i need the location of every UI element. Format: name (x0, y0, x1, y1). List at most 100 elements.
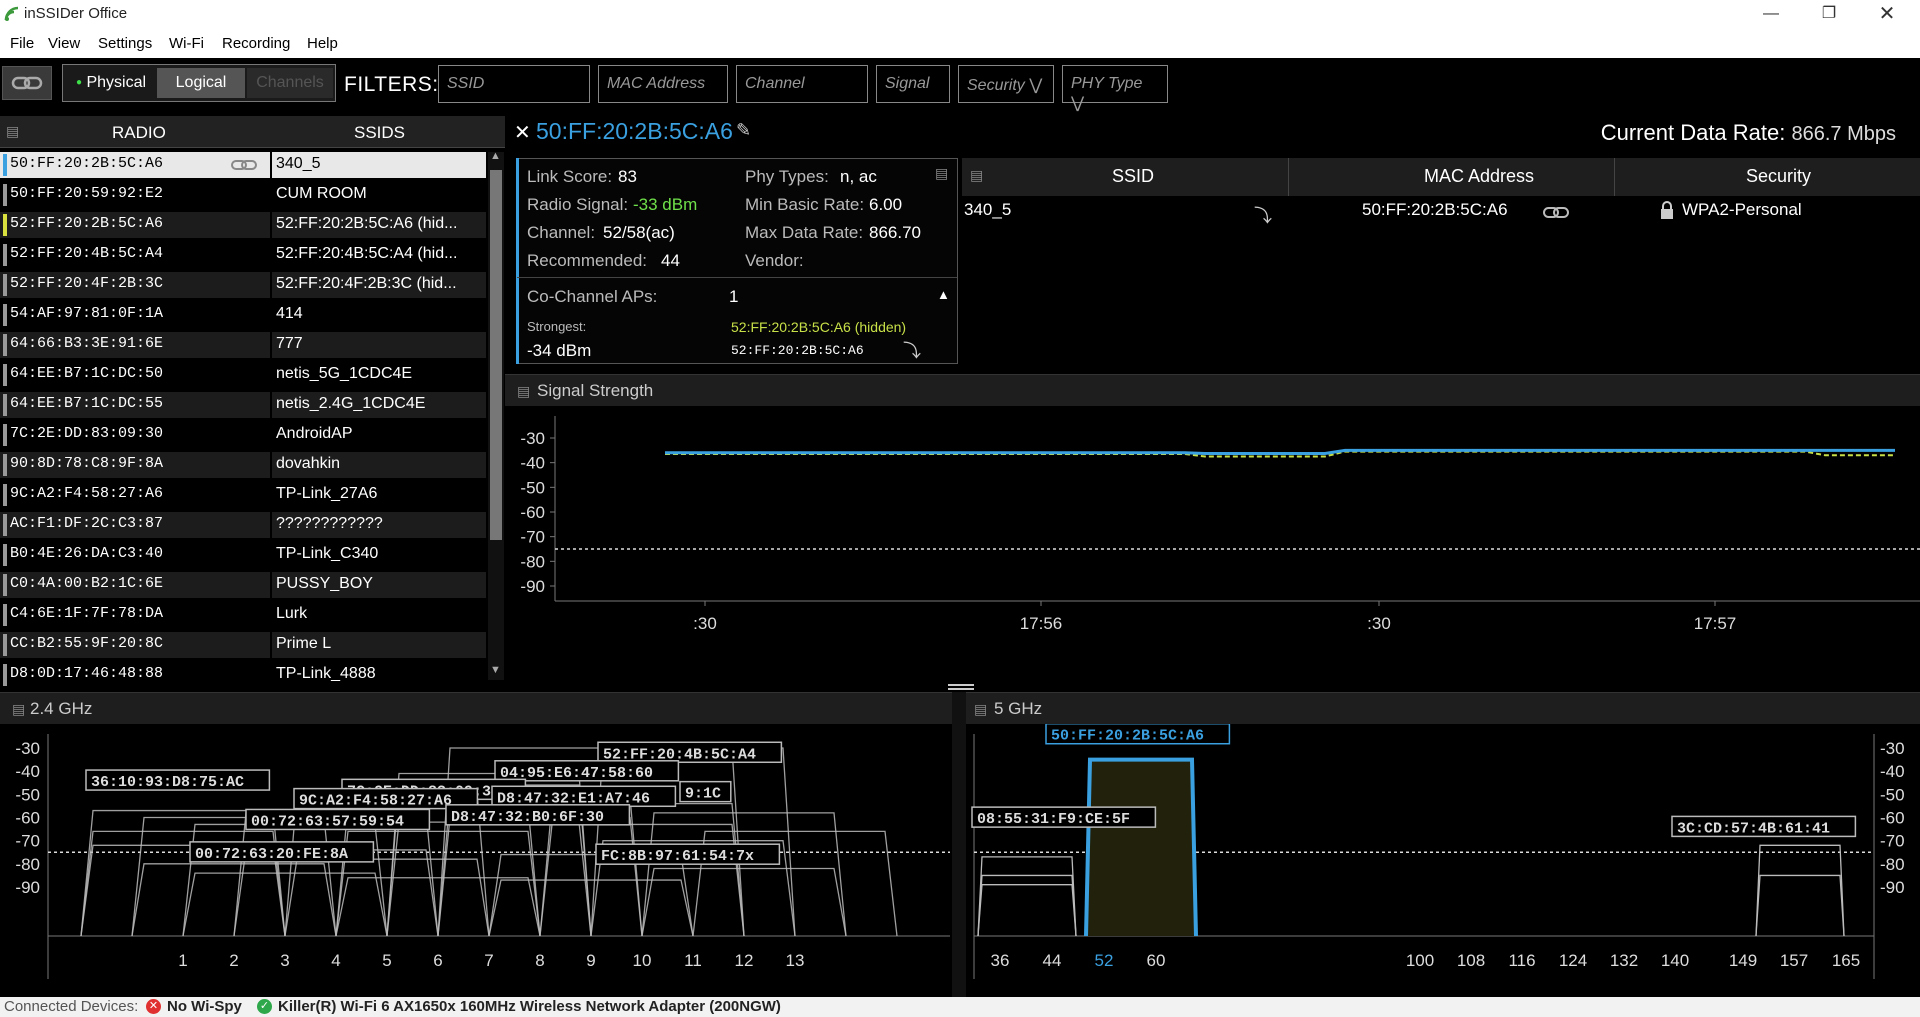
row-security: WPA2-Personal (1682, 200, 1802, 219)
menu-recording[interactable]: Recording (222, 35, 290, 52)
strongest-mac: 52:FF:20:2B:5C:A6 (731, 343, 864, 358)
menu-wifi[interactable]: Wi-Fi (169, 35, 204, 52)
radio-list-row[interactable]: 90:8D:78:C8:9F:8A dovahkin (0, 452, 486, 478)
edit-pencil-icon[interactable]: ✎ (736, 120, 751, 141)
channel-label: 6 (433, 951, 442, 970)
device-adapter[interactable]: Killer(R) Wi-Fi 6 AX1650x 160MHz Wireles… (278, 998, 781, 1015)
radio-ssid: CUM ROOM (276, 185, 367, 202)
scroll-up-icon[interactable]: ▲ (490, 150, 501, 162)
radio-list-row[interactable]: C4:6E:1F:7F:78:DA Lurk (0, 602, 486, 628)
col-mac-header[interactable]: MAC Address (1424, 166, 1534, 187)
jump-arrow-icon[interactable]: ⤵ (1254, 202, 1272, 228)
radio-list-row[interactable]: 50:FF:20:2B:5C:A6 340_5 (0, 152, 486, 178)
menu-help[interactable]: Help (307, 35, 338, 52)
radio-list-row[interactable]: B0:4E:26:DA:C3:40 TP-Link_C340 (0, 542, 486, 568)
vendor-label: Vendor: (745, 251, 804, 270)
y-tick-label: -60 (520, 503, 545, 522)
channel-filter-input[interactable]: Channel (736, 65, 868, 103)
panel-menu-icon[interactable]: ▤ (974, 701, 987, 718)
phy-filter-dropdown[interactable]: PHY Type ⋁ (1062, 65, 1168, 112)
band-splitter[interactable] (952, 692, 966, 997)
channel-label: 1 (178, 951, 187, 970)
radio-mac: 52:FF:20:4F:2B:3C (10, 275, 164, 292)
channel-label: 5 (382, 951, 391, 970)
channel-label: 149 (1729, 951, 1757, 970)
radio-ssid: 777 (276, 335, 303, 352)
menu-settings[interactable]: Settings (98, 35, 152, 52)
radio-list-row[interactable]: 52:FF:20:2B:5C:A6 52:FF:20:2B:5C:A6 (hid.… (0, 212, 486, 238)
device-wispy[interactable]: No Wi-Spy (167, 998, 242, 1015)
security-filter-dropdown[interactable]: Security ⋁ (958, 65, 1054, 103)
app-icon (4, 6, 19, 21)
splitter-handle[interactable] (948, 684, 974, 690)
col-divider (270, 662, 272, 688)
radio-ssid: TP-Link_27A6 (276, 485, 378, 502)
radio-list-row[interactable]: 64:66:B3:3E:91:6E 777 (0, 332, 486, 358)
ap-signal-shape (131, 816, 337, 937)
cochannel-label: Co-Channel APs: (527, 287, 658, 306)
color-bar (3, 274, 7, 296)
jump-arrow-icon[interactable]: ⤵ (903, 337, 921, 363)
radio-mac: 52:FF:20:2B:5C:A6 (10, 215, 164, 232)
band-5-chart[interactable]: -30 -40 -50 -60 -70 -80 -90 36 44 52 60 100 108 116 12… (966, 724, 1920, 997)
current-rate-label: Current Data Rate: (1600, 120, 1786, 145)
col-ssids-header[interactable]: SSIDS (354, 123, 405, 143)
radio-list-row[interactable]: 52:FF:20:4B:5C:A4 52:FF:20:4B:5C:A4 (hid.… (0, 242, 486, 268)
signal-strength-chart[interactable]: -30 -40 -50 -60 -70 -80 -90:30 17:56:30 17:57 (505, 406, 1920, 679)
max-rate-label: Max Data Rate: (745, 223, 864, 242)
ap-label: 9:1C (685, 786, 721, 803)
radio-list-row[interactable]: AC:F1:DF:2C:C3:87???????????? (0, 512, 486, 538)
band-24-chart[interactable]: -30-40-50-60-70-80-901 2 3 4 5 6 7 8 9 10 11 12 1336… (0, 724, 952, 997)
panel-menu-icon[interactable]: ▤ (970, 167, 983, 184)
scroll-down-icon[interactable]: ▼ (490, 664, 501, 676)
close-detail-icon[interactable]: ✕ (514, 120, 531, 145)
view-logical-button[interactable]: Logical (157, 68, 245, 98)
radio-list-row[interactable]: C0:4A:00:B2:1C:6E PUSSY_BOY (0, 572, 486, 598)
close-window-icon[interactable]: ✕ (1858, 0, 1916, 28)
radio-list-row[interactable]: 9C:A2:F4:58:27:A6 TP-Link_27A6 (0, 482, 486, 508)
ssid-filter-input[interactable]: SSID (438, 65, 590, 103)
menu-view[interactable]: View (48, 35, 80, 52)
color-bar (3, 574, 7, 596)
radio-ssid: AndroidAP (276, 425, 353, 442)
color-bar (3, 154, 7, 176)
panel-menu-icon[interactable]: ▤ (6, 123, 19, 140)
mac-filter-input[interactable]: MAC Address (598, 65, 728, 103)
ssid-table-row[interactable]: 340_5 ⤵ 50:FF:20:2B:5C:A6 WPA2-Personal (962, 196, 1920, 226)
link-toggle-button[interactable] (2, 66, 52, 100)
copy-icon[interactable]: ▤ (935, 165, 948, 182)
radio-list-row[interactable]: 7C:2E:DD:83:09:30 AndroidAP (0, 422, 486, 448)
radio-mac: 52:FF:20:4B:5C:A4 (10, 245, 164, 262)
radio-list-scrollbar[interactable]: ▲ ▼ (488, 150, 504, 680)
y-tick-label: -40 (520, 454, 545, 473)
signal-filter-input[interactable]: Signal (876, 65, 950, 103)
col-radio-header[interactable]: RADIO (112, 123, 166, 143)
collapse-up-icon[interactable]: ▲ (937, 287, 950, 302)
view-channels-button[interactable]: Channels (247, 68, 333, 98)
restore-icon[interactable]: ❐ (1800, 0, 1858, 28)
ap-signal-shape (488, 853, 694, 937)
radio-list-row[interactable]: 64:EE:B7:1C:DC:50 netis_5G_1CDC4E (0, 362, 486, 388)
strongest-label: Strongest: (527, 319, 587, 334)
radio-list-row[interactable]: 52:FF:20:4F:2B:3C 52:FF:20:4F:2B:3C (hid.… (0, 272, 486, 298)
menu-file[interactable]: File (10, 35, 34, 52)
col-security-header[interactable]: Security (1746, 166, 1811, 187)
view-physical-button[interactable]: ● Physical (67, 68, 155, 98)
channel-label: 9 (586, 951, 595, 970)
panel-menu-icon[interactable]: ▤ (12, 701, 25, 718)
scroll-thumb[interactable] (490, 170, 502, 540)
max-rate-value: 866.70 (869, 223, 921, 242)
radio-list-row[interactable]: 64:EE:B7:1C:DC:55 netis_2.4G_1CDC4E (0, 392, 486, 418)
ap-signal-shape (284, 858, 490, 937)
radio-list-row[interactable]: 54:AF:97:81:0F:1A 414 (0, 302, 486, 328)
band-5ghz-panel: ▤ 5 GHz -30 -40 -50 -60 -70 -80 -90 36 44 52 60 100… (966, 692, 1920, 997)
link-icon (11, 76, 43, 90)
radio-mac: 50:FF:20:2B:5C:A6 (10, 155, 164, 172)
radio-list-row[interactable]: CC:B2:55:9F:20:8C Prime L (0, 632, 486, 658)
radio-list-row[interactable]: 50:FF:20:59:92:E2 CUM ROOM (0, 182, 486, 208)
radio-mac: D8:0D:17:46:48:88 (10, 665, 164, 682)
panel-menu-icon[interactable]: ▤ (517, 383, 530, 400)
col-ssid-header[interactable]: SSID (1112, 166, 1154, 187)
radio-list-row[interactable]: D8:0D:17:46:48:88 TP-Link_4888 (0, 662, 486, 688)
minimize-icon[interactable]: — (1742, 0, 1800, 28)
